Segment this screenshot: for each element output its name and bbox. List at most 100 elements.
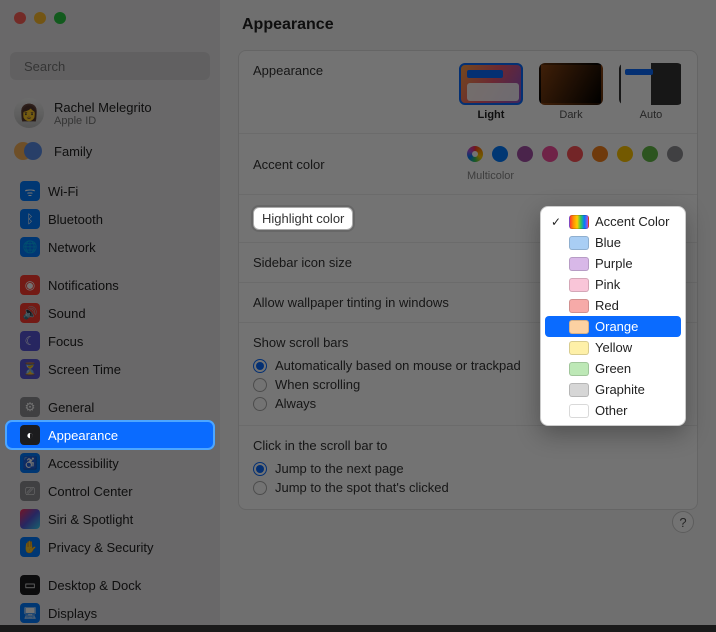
sidebar-item-general[interactable]: ⚙General — [6, 393, 214, 421]
accent-green[interactable] — [642, 146, 658, 162]
appearance-option-dark[interactable]: Dark — [539, 63, 603, 121]
sidebar-item-controlcenter[interactable]: ⎚Control Center — [6, 477, 214, 505]
radio-label: Jump to the spot that's clicked — [275, 480, 449, 495]
sidebar-item-label: Focus — [48, 334, 83, 349]
family-label: Family — [54, 144, 92, 159]
dropdown-item-graphite[interactable]: Graphite — [541, 379, 685, 400]
accent-red[interactable] — [567, 146, 583, 162]
color-swatch — [569, 404, 589, 418]
page-title: Appearance — [220, 0, 716, 44]
sidebar-item-label: Accessibility — [48, 456, 119, 471]
close-button[interactable] — [14, 12, 26, 24]
accent-color-picker[interactable] — [467, 146, 683, 162]
dropdown-item-pink[interactable]: Pink — [541, 274, 685, 295]
family-row[interactable]: Family — [0, 138, 220, 172]
sidebar-item-label: Bluetooth — [48, 212, 103, 227]
dropdown-item-label: Orange — [595, 319, 638, 334]
sidebar-item-label: Screen Time — [48, 362, 121, 377]
accent-multicolor[interactable] — [467, 146, 483, 162]
dropdown-item-purple[interactable]: Purple — [541, 253, 685, 274]
sidebar-icon-size-label: Sidebar icon size — [253, 255, 352, 270]
color-swatch — [569, 341, 589, 355]
focus-icon: ☾ — [20, 331, 40, 351]
sidebar-item-focus[interactable]: ☾ Focus — [6, 327, 214, 355]
radio-icon — [253, 359, 267, 373]
color-swatch — [569, 236, 589, 250]
dropdown-item-orange[interactable]: Orange — [545, 316, 681, 337]
accent-orange[interactable] — [592, 146, 608, 162]
click-scroll-opt-next[interactable]: Jump to the next page — [253, 459, 683, 478]
color-swatch — [569, 383, 589, 397]
accessibility-icon: ♿ — [20, 453, 40, 473]
click-scroll-label: Click in the scroll bar to — [253, 438, 683, 453]
traffic-lights[interactable] — [14, 12, 66, 24]
sidebar-item-wifi[interactable]: ᯤWi-Fi — [6, 177, 214, 205]
switches-icon: ⎚ — [20, 481, 40, 501]
hourglass-icon: ⏳ — [20, 359, 40, 379]
sidebar-item-accessibility[interactable]: ♿ Accessibility — [6, 449, 214, 477]
sidebar-item-displays[interactable]: 🖥Displays — [6, 599, 214, 627]
color-swatch — [569, 320, 589, 334]
sidebar-item-notifications[interactable]: ◉Notifications — [6, 271, 214, 299]
color-swatch — [569, 257, 589, 271]
family-icon — [14, 142, 44, 160]
search-input[interactable] — [24, 59, 202, 74]
sidebar-item-privacy[interactable]: ✋Privacy & Security — [6, 533, 214, 561]
radio-icon — [253, 378, 267, 392]
appearance-option-label: Light — [459, 109, 523, 121]
check-icon: ✓ — [549, 215, 563, 229]
dropdown-item-label: Accent Color — [595, 214, 669, 229]
sidebar-item-bluetooth[interactable]: ᛒBluetooth — [6, 205, 214, 233]
sidebar-item-label: Notifications — [48, 278, 119, 293]
dropdown-item-other[interactable]: Other — [541, 400, 685, 421]
color-swatch — [569, 362, 589, 376]
radio-icon — [253, 397, 267, 411]
light-thumb — [459, 63, 523, 105]
radio-label: Automatically based on mouse or trackpad — [275, 358, 521, 373]
sidebar-item-appearance[interactable]: ◐Appearance — [6, 421, 214, 449]
sidebar-item-siri[interactable]: Siri & Spotlight — [6, 505, 214, 533]
auto-thumb — [619, 63, 683, 105]
accent-purple[interactable] — [517, 146, 533, 162]
appearance-option-auto[interactable]: Auto — [619, 63, 683, 121]
search-field[interactable] — [10, 52, 210, 80]
highlight-color-dropdown[interactable]: ✓ Accent Color Blue Purple Pink Red Orange Yell… — [540, 206, 686, 426]
accent-pink[interactable] — [542, 146, 558, 162]
minimize-button[interactable] — [34, 12, 46, 24]
appearance-option-light[interactable]: Light — [459, 63, 523, 121]
sidebar-item-label: Siri & Spotlight — [48, 512, 133, 527]
gear-icon: ⚙ — [20, 397, 40, 417]
accent-blue[interactable] — [492, 146, 508, 162]
dropdown-item-label: Blue — [595, 235, 621, 250]
dropdown-item-yellow[interactable]: Yellow — [541, 337, 685, 358]
click-scroll-opt-spot[interactable]: Jump to the spot that's clicked — [253, 478, 683, 497]
color-swatch — [569, 215, 589, 229]
maximize-button[interactable] — [54, 12, 66, 24]
dropdown-item-label: Purple — [595, 256, 633, 271]
accent-graphite[interactable] — [667, 146, 683, 162]
color-swatch — [569, 299, 589, 313]
sidebar-item-screentime[interactable]: ⏳ Screen Time — [6, 355, 214, 383]
network-icon: 🌐 — [20, 237, 40, 257]
siri-icon — [20, 509, 40, 529]
user-name: Rachel Melegrito — [54, 100, 152, 115]
dropdown-item-blue[interactable]: Blue — [541, 232, 685, 253]
color-swatch — [569, 278, 589, 292]
radio-label: Jump to the next page — [275, 461, 404, 476]
sidebar-item-sound[interactable]: 🔊Sound — [6, 299, 214, 327]
radio-icon — [253, 481, 267, 495]
sound-icon: 🔊 — [20, 303, 40, 323]
help-button[interactable]: ? — [672, 511, 694, 533]
dropdown-item-label: Pink — [595, 277, 620, 292]
dropdown-item-red[interactable]: Red — [541, 295, 685, 316]
sidebar-item-desktop[interactable]: ▭Desktop & Dock — [6, 571, 214, 599]
dropdown-item-accent-color[interactable]: ✓ Accent Color — [541, 211, 685, 232]
sidebar-item-network[interactable]: 🌐Network — [6, 233, 214, 261]
apple-id-row[interactable]: 👩 Rachel Melegrito Apple ID — [0, 94, 220, 138]
user-sub: Apple ID — [54, 115, 152, 127]
highlight-color-label[interactable]: Highlight color — [253, 207, 353, 230]
dropdown-item-green[interactable]: Green — [541, 358, 685, 379]
dark-thumb — [539, 63, 603, 105]
accent-yellow[interactable] — [617, 146, 633, 162]
radio-label: When scrolling — [275, 377, 360, 392]
